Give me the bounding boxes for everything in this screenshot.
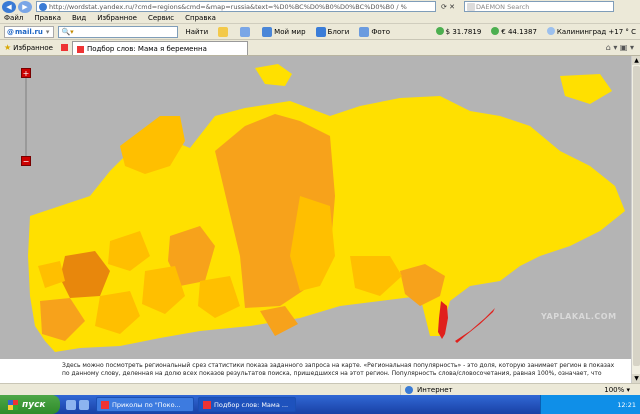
address-text: http://wordstat.yandex.ru/?cmd=regions&c… [49,2,407,11]
menu-tools[interactable]: Сервис [148,14,174,22]
my-world-button[interactable]: Мой мир [259,26,308,38]
menu-favorites[interactable]: Избранное [97,14,137,22]
ie-favicon-icon [101,400,109,409]
menu-bar: Файл Правка Вид Избранное Сервис Справка [0,13,640,24]
chevron-down-icon: ▾ [45,27,50,36]
address-bar-row: ◀ ▶ http://wordstat.yandex.ru/?cmd=regio… [0,0,640,13]
weather-informer[interactable]: Калининград +17 ° C [546,27,636,36]
scroll-thumb[interactable] [633,66,640,366]
globe-icon [405,385,413,394]
ie-favicon-icon [203,400,211,409]
zoom-slider-track[interactable] [25,78,27,156]
security-zone: Интернет [400,384,540,395]
cloud-icon [546,27,555,35]
refresh-stop-buttons[interactable]: ⟳ ✕ [438,1,458,12]
mailru-toolbar: @ mail.ru ▾ 🔍▾ Найти Мой мир Блоги Фото … [0,24,640,40]
contacts-button[interactable] [237,26,255,38]
menu-help[interactable]: Справка [185,14,216,22]
yandex-favicon-icon [76,45,84,53]
back-button[interactable]: ◀ [2,0,16,13]
add-to-favorites-icon[interactable] [60,44,68,51]
quicklaunch-ie-icon[interactable] [66,399,76,410]
watermark: YAPLAKAL.COM [541,312,617,321]
zoom-out-button[interactable]: − [21,156,31,166]
euro-icon [491,27,500,35]
people-icon [262,26,273,37]
favorites-button[interactable]: ★ Избранное [4,43,53,52]
mailru-logo-button[interactable]: @ mail.ru ▾ [4,25,55,38]
page-content: + − Здесь можно посмотреть региональный … [0,56,631,383]
vertical-scrollbar[interactable]: ▲ ▼ [631,56,640,383]
start-button[interactable]: пуск [0,395,60,414]
tray-clock[interactable]: 12:21 [617,401,636,409]
find-button[interactable]: Найти [182,26,211,38]
tab-bar-tools[interactable]: ⌂ ▾ ▣ ▾ [606,43,640,52]
toolbar-informers: $ 31.7819 € 44.1387 Калининград +17 ° C [426,27,640,36]
usd-rate[interactable]: $ 31.7819 [435,27,481,36]
scroll-down-arrow-icon[interactable]: ▼ [632,374,640,383]
star-icon: ★ [4,43,12,52]
dollar-icon [435,27,444,35]
quick-launch [66,399,92,410]
search-box[interactable]: DAEMON Search [464,1,614,12]
forward-button[interactable]: ▶ [18,0,32,13]
menu-file[interactable]: Файл [4,14,23,22]
windows-taskbar: пуск Приколы по "Поко... Подбор слов: Ма… [0,395,640,414]
menu-view[interactable]: Вид [72,14,86,22]
menu-edit[interactable]: Правка [34,14,61,22]
taskbar-item-2[interactable]: Подбор слов: Мама ... [198,397,296,412]
tab-bar: ★ Избранное Подбор слов: Мама я беременн… [0,40,640,56]
status-bar: Интернет 100% ▾ [0,383,640,395]
toolbar-search-input[interactable]: 🔍▾ [58,25,179,38]
windows-logo-icon [8,399,18,410]
photo-button[interactable]: Фото [356,26,393,38]
taskbar-item-1[interactable]: Приколы по "Поко... [96,397,194,412]
photo-icon [359,26,370,37]
contacts-icon [240,26,251,37]
map-region-taimyr [255,64,292,86]
search-provider-icon [467,3,475,11]
map-region-chukotka [560,74,612,104]
blogs-button[interactable]: Блоги [313,26,353,38]
zoom-level[interactable]: 100% ▾ [604,386,640,394]
at-icon: @ [7,27,14,36]
quicklaunch-desktop-icon[interactable] [79,399,89,410]
blog-icon [315,26,326,37]
russia-popularity-map [28,64,625,352]
system-tray: 12:21 [540,395,640,414]
zoom-in-button[interactable]: + [21,68,31,78]
pencil-icon [218,26,229,37]
scroll-up-arrow-icon[interactable]: ▲ [632,56,640,65]
eur-rate[interactable]: € 44.1387 [491,27,537,36]
ie-page-icon [39,3,47,11]
map-zoom-control: + − [21,68,31,166]
pencil-button[interactable] [215,26,233,38]
address-field[interactable]: http://wordstat.yandex.ru/?cmd=regions&c… [36,1,436,12]
tab-active[interactable]: Подбор слов: Мама я беременна [71,40,248,55]
browser-window: ◀ ▶ http://wordstat.yandex.ru/?cmd=regio… [0,0,640,414]
map-description-text: Здесь можно посмотреть региональный срез… [0,359,631,383]
map-region-kurils [455,308,495,343]
search-placeholder: DAEMON Search [476,2,530,11]
